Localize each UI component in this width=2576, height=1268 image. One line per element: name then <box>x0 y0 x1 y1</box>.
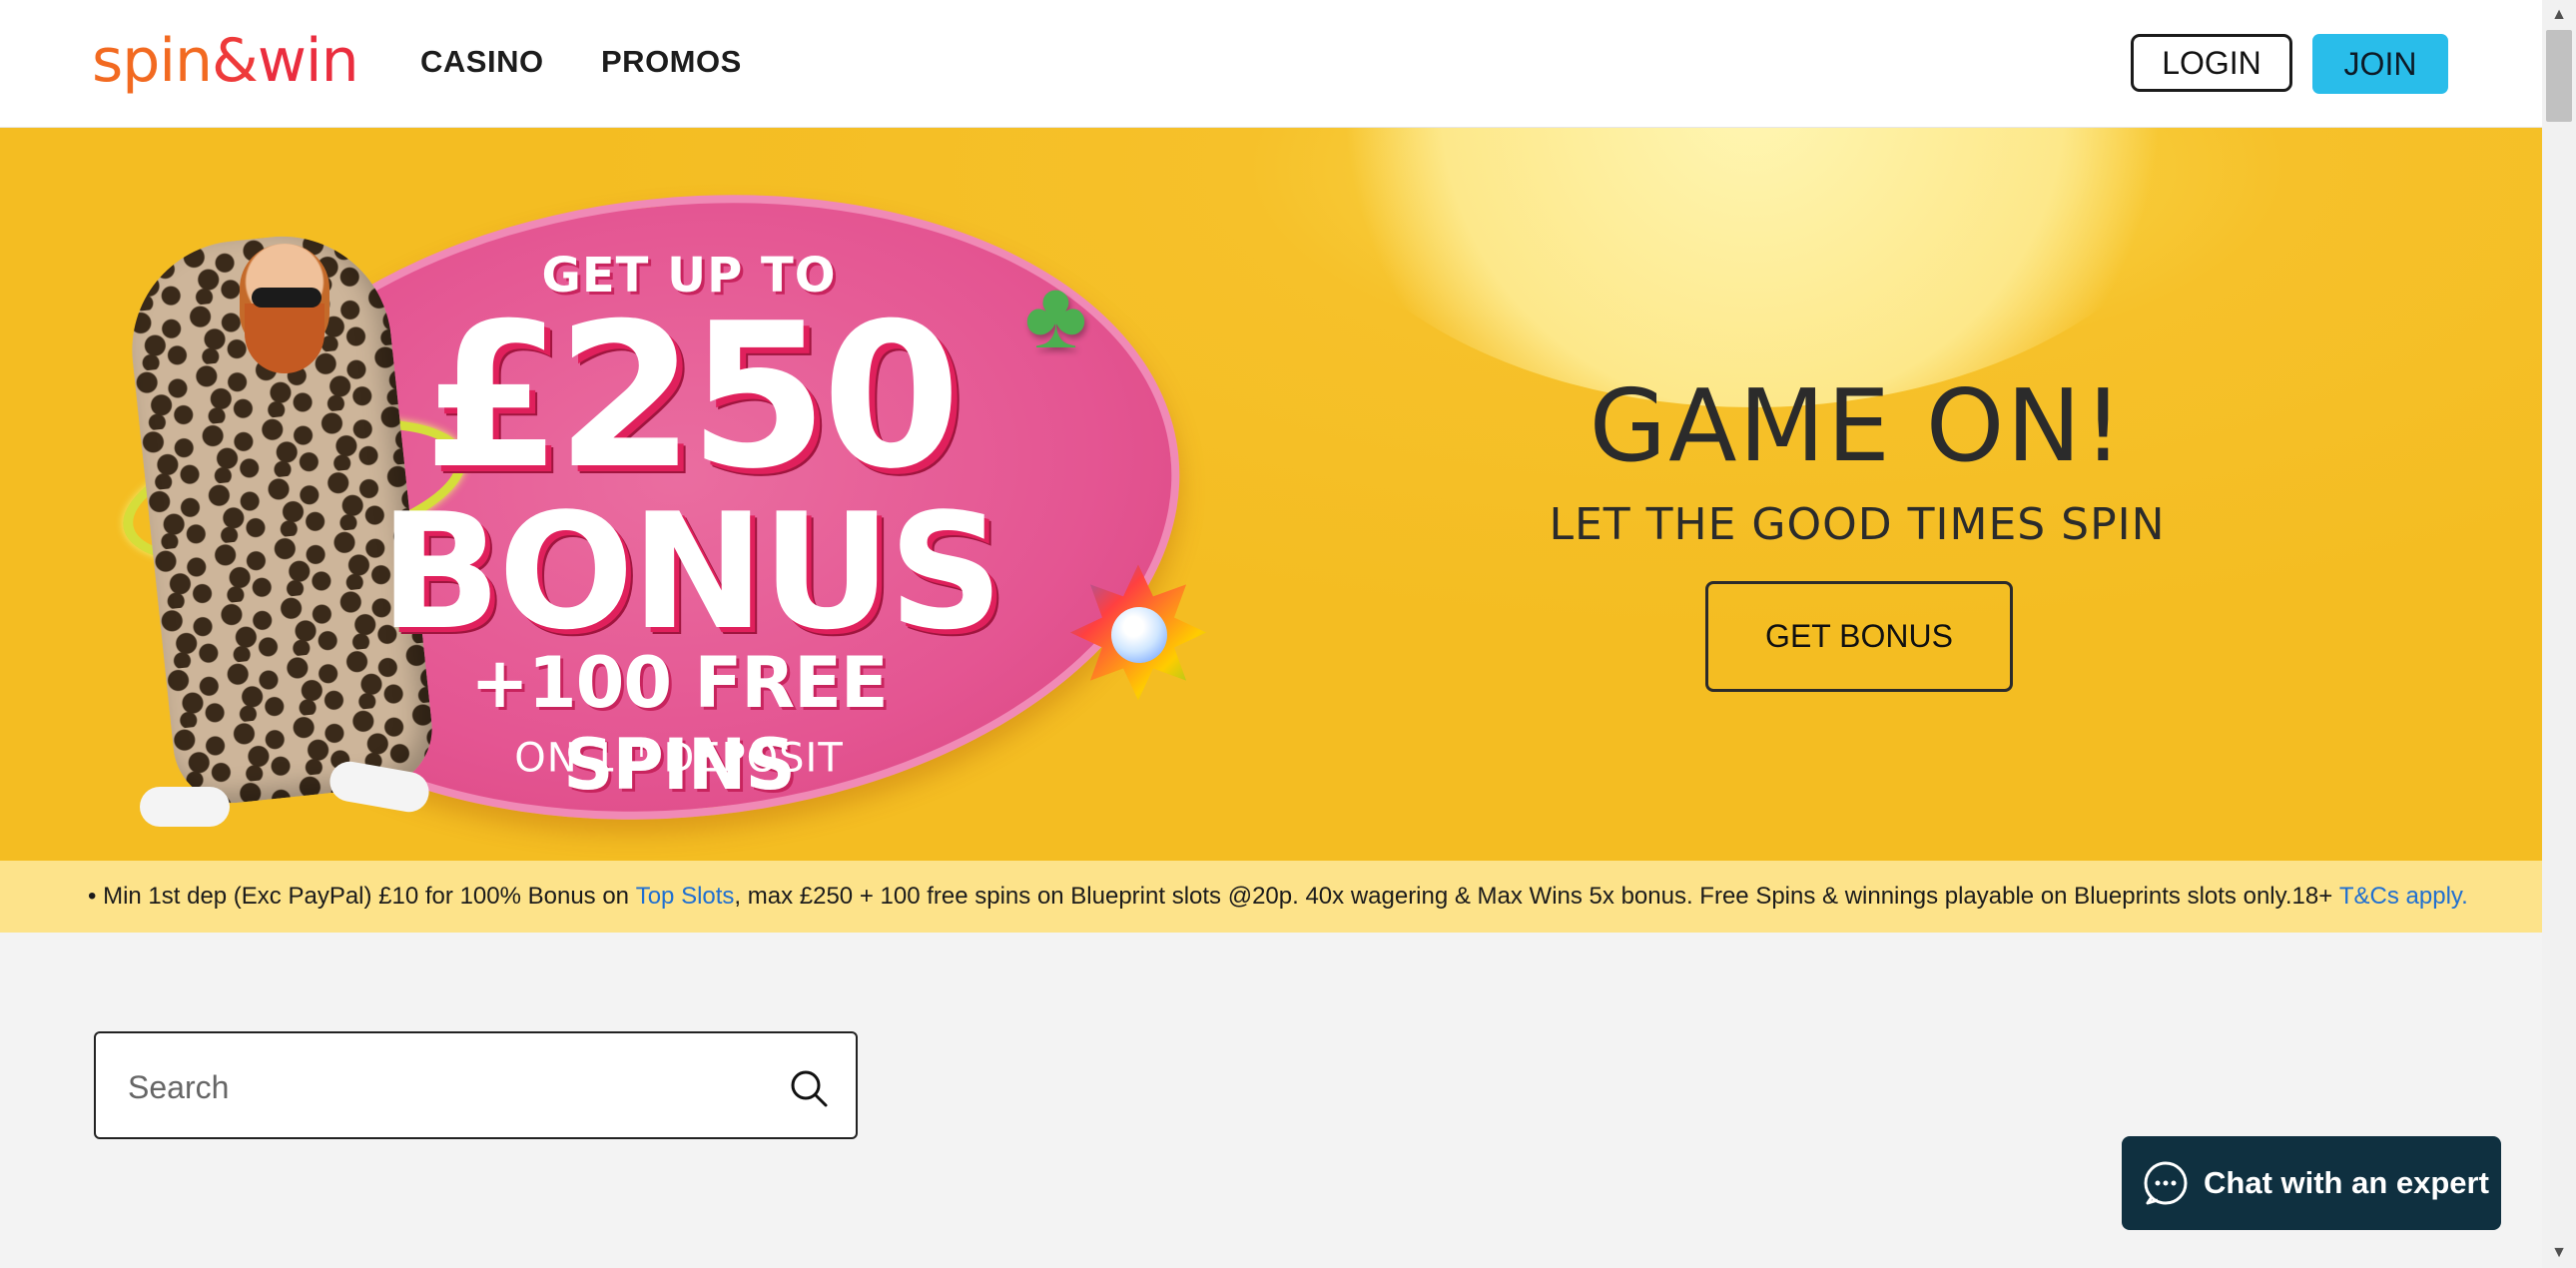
hero-banner: GET UP TO £250 BONUS +100 FREE SPINS ON … <box>0 128 2542 861</box>
tcs-apply-link[interactable]: T&Cs apply. <box>2339 883 2468 911</box>
terms-prefix: • Min 1st dep (Exc PayPal) £10 for 100% … <box>88 883 630 910</box>
chat-with-expert-button[interactable]: Chat with an expert <box>2122 1136 2501 1230</box>
logo-spin: spin <box>92 26 213 96</box>
chat-bubble-icon <box>2144 1161 2188 1205</box>
hero-title: GAME ON! <box>1589 367 2126 484</box>
deposit-sup: ST <box>617 735 650 763</box>
terms-middle: , max £250 + 100 free spins on Blueprint… <box>734 883 2333 910</box>
promo-amount: £250 <box>422 281 962 513</box>
left-sneaker <box>140 787 230 827</box>
logo-win: win <box>257 26 359 96</box>
nav-promos[interactable]: PROMOS <box>601 44 742 80</box>
search-box <box>94 1031 858 1139</box>
scroll-down-arrow-icon[interactable]: ▼ <box>2542 1238 2576 1268</box>
diamond-gem-icon <box>1111 607 1167 663</box>
bonus-terms-strip: • Min 1st dep (Exc PayPal) £10 for 100% … <box>0 861 2542 933</box>
search-input[interactable] <box>126 1057 769 1117</box>
get-bonus-button[interactable]: GET BONUS <box>1705 581 2013 692</box>
search-icon[interactable] <box>788 1067 830 1109</box>
scroll-up-arrow-icon[interactable]: ▲ <box>2542 0 2576 30</box>
hero-subtitle: LET THE GOOD TIMES SPIN <box>1549 499 2166 550</box>
deposit-prefix: ON 1 <box>514 735 618 782</box>
promo-bonus-word: BONUS <box>379 478 1003 665</box>
sunglasses <box>252 288 322 308</box>
top-slots-link[interactable]: Top Slots <box>636 883 735 911</box>
join-button[interactable]: JOIN <box>2312 34 2448 94</box>
spin-and-win-logo[interactable]: spin&win <box>92 26 359 96</box>
four-leaf-clover-icon: ♣ <box>1024 261 1087 368</box>
promo-free-spins: +100 FREE SPINS <box>470 642 889 806</box>
chat-label: Chat with an expert <box>2204 1165 2489 1200</box>
login-button[interactable]: LOGIN <box>2131 34 2292 92</box>
scrollbar-thumb[interactable] <box>2546 30 2572 122</box>
nav-casino[interactable]: CASINO <box>420 44 544 80</box>
site-header: spin&win CASINO PROMOS LOGIN JOIN <box>0 0 2542 128</box>
page-scrollbar[interactable]: ▲ ▼ <box>2542 0 2576 1268</box>
hero-glow <box>1278 128 2227 407</box>
promo-deposit-note: ON 1ST DEPOSIT <box>479 735 879 781</box>
logo-ampersand: & <box>212 26 259 96</box>
deposit-suffix: DEPOSIT <box>649 735 844 782</box>
